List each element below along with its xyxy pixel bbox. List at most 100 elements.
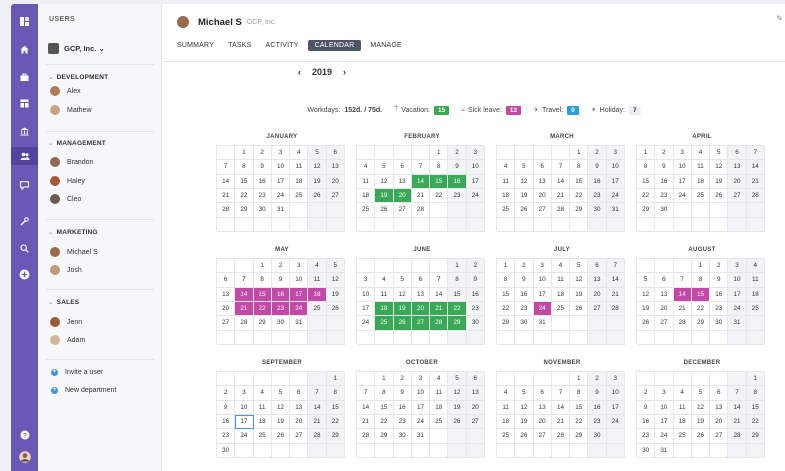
day-cell[interactable]: 5 <box>710 146 729 161</box>
day-cell[interactable]: 24 <box>411 414 431 430</box>
day-cell[interactable]: 26 <box>375 203 394 218</box>
add-icon[interactable] <box>11 265 38 283</box>
new-department-link[interactable]: + New department <box>51 387 116 394</box>
day-cell[interactable]: 20 <box>326 174 345 189</box>
day-cell[interactable]: 26 <box>515 203 534 218</box>
day-cell[interactable]: 28 <box>551 203 571 218</box>
day-cell[interactable]: 20 <box>290 414 309 430</box>
day-cell[interactable]: 20 <box>655 301 674 317</box>
day-cell[interactable]: 16 <box>393 400 412 415</box>
day-cell[interactable]: 29 <box>253 316 272 331</box>
day-cell[interactable]: 22 <box>570 188 589 204</box>
day-cell[interactable]: 13 <box>466 386 485 401</box>
day-cell[interactable]: 1 <box>746 372 765 387</box>
day-cell[interactable]: 22 <box>430 188 449 204</box>
day-cell[interactable]: 26 <box>570 301 589 317</box>
day-cell[interactable]: 11 <box>430 386 449 401</box>
day-cell[interactable]: 21 <box>308 414 327 430</box>
day-cell[interactable]: 8 <box>746 386 765 401</box>
day-cell[interactable]: 21 <box>551 414 571 430</box>
day-cell[interactable]: 11 <box>497 400 516 415</box>
day-cell[interactable]: 10 <box>290 273 309 288</box>
day-cell[interactable]: 8 <box>375 386 394 401</box>
day-cell[interactable]: 6 <box>588 259 607 274</box>
day-cell[interactable]: 31 <box>655 443 674 458</box>
day-cell[interactable]: 6 <box>728 146 747 161</box>
day-cell[interactable]: 18 <box>430 400 449 415</box>
day-cell[interactable]: 21 <box>728 414 747 430</box>
users-icon[interactable] <box>11 147 38 165</box>
day-cell[interactable]: 23 <box>655 188 674 204</box>
day-cell[interactable]: 19 <box>271 414 291 430</box>
day-cell[interactable]: 31 <box>728 316 747 331</box>
tab-calendar[interactable]: CALENDAR <box>307 40 362 51</box>
day-cell[interactable]: 18 <box>691 174 711 189</box>
day-cell[interactable]: 22 <box>637 188 656 204</box>
day-cell[interactable]: 20 <box>217 301 236 317</box>
day-cell[interactable]: 19 <box>448 400 467 415</box>
day-cell[interactable]: 29 <box>570 203 589 218</box>
day-cell[interactable]: 23 <box>515 301 534 317</box>
day-cell[interactable]: 4 <box>497 386 516 401</box>
day-cell-sick-leave[interactable]: 16 <box>271 287 291 302</box>
day-cell[interactable]: 13 <box>217 287 236 302</box>
day-cell[interactable]: 25 <box>497 203 516 218</box>
day-cell[interactable]: 16 <box>588 174 607 189</box>
group-sales[interactable]: ⌄ SALES <box>48 298 79 306</box>
user-item-cleo[interactable]: Cleo <box>50 194 81 204</box>
day-cell[interactable]: 3 <box>533 259 552 274</box>
day-cell[interactable]: 26 <box>271 429 291 444</box>
day-cell[interactable]: 11 <box>691 160 711 175</box>
day-cell[interactable]: 19 <box>710 174 729 189</box>
day-cell[interactable]: 6 <box>655 273 674 288</box>
day-cell[interactable]: 15 <box>326 400 345 415</box>
user-item-michael-s[interactable]: Michael S <box>50 247 98 257</box>
day-cell[interactable]: 25 <box>691 188 711 204</box>
day-cell[interactable]: 14 <box>357 400 376 415</box>
day-cell[interactable]: 28 <box>551 429 571 444</box>
day-cell[interactable]: 8 <box>691 273 711 288</box>
day-cell[interactable]: 2 <box>217 386 236 401</box>
day-cell[interactable]: 13 <box>533 400 552 415</box>
day-cell[interactable]: 9 <box>466 273 485 288</box>
day-cell[interactable]: 13 <box>533 174 552 189</box>
day-cell-sick-leave[interactable]: 14 <box>235 287 254 302</box>
day-cell[interactable]: 30 <box>393 429 412 444</box>
day-cell[interactable]: 28 <box>728 429 747 444</box>
day-cell[interactable]: 14 <box>551 400 571 415</box>
day-cell-sick-leave[interactable]: 21 <box>235 301 254 317</box>
day-cell[interactable]: 22 <box>375 414 394 430</box>
day-cell[interactable]: 18 <box>253 414 272 430</box>
day-cell[interactable]: 17 <box>673 174 692 189</box>
day-cell[interactable]: 22 <box>746 414 765 430</box>
day-cell[interactable]: 30 <box>710 316 729 331</box>
day-cell[interactable]: 9 <box>655 160 674 175</box>
user-item-jenn[interactable]: Jenn <box>50 317 82 327</box>
day-cell[interactable]: 10 <box>235 400 254 415</box>
day-cell[interactable]: 19 <box>308 174 327 189</box>
day-cell[interactable]: 6 <box>326 146 345 161</box>
day-cell[interactable]: 16 <box>637 414 656 430</box>
day-cell[interactable]: 28 <box>308 429 327 444</box>
day-cell[interactable]: 11 <box>253 400 272 415</box>
day-cell[interactable]: 7 <box>308 386 327 401</box>
day-cell-vacation[interactable]: 19 <box>393 301 412 317</box>
day-cell[interactable]: 15 <box>570 174 589 189</box>
day-cell[interactable]: 21 <box>411 188 431 204</box>
day-cell[interactable]: 27 <box>533 203 552 218</box>
day-cell[interactable]: 17 <box>357 301 376 317</box>
day-cell[interactable]: 1 <box>253 259 272 274</box>
day-cell[interactable]: 15 <box>375 400 394 415</box>
day-cell[interactable]: 23 <box>637 429 656 444</box>
day-cell[interactable]: 30 <box>466 316 485 331</box>
day-cell[interactable]: 2 <box>253 146 272 161</box>
day-cell-sick-leave[interactable]: 23 <box>271 301 291 317</box>
day-cell[interactable]: 24 <box>357 316 376 331</box>
day-cell[interactable]: 30 <box>217 443 236 458</box>
day-cell[interactable]: 12 <box>710 160 729 175</box>
day-cell[interactable]: 27 <box>728 188 747 204</box>
day-cell[interactable]: 7 <box>217 160 236 175</box>
day-cell[interactable]: 25 <box>253 429 272 444</box>
day-cell[interactable]: 7 <box>746 146 765 161</box>
day-cell[interactable]: 6 <box>710 386 729 401</box>
